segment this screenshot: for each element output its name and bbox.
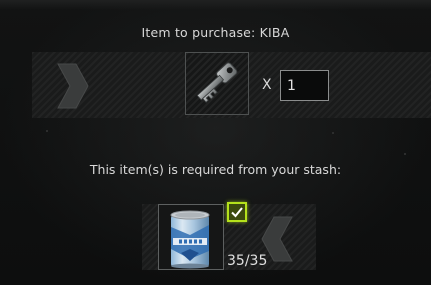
decor-dot	[404, 153, 406, 155]
chevron-right-icon[interactable]	[52, 60, 92, 112]
requirement-fulfilled-checkbox	[227, 202, 247, 222]
purchase-item-slot[interactable]	[185, 52, 249, 115]
quantity-input[interactable]	[280, 70, 329, 101]
required-item-count: 35/35	[227, 253, 268, 269]
top-edge	[0, 0, 431, 10]
requirements-label: This item(s) is required from your stash…	[89, 162, 342, 177]
key-icon	[196, 62, 238, 103]
purchase-title: Item to purchase: KIBA	[141, 25, 290, 40]
condensed-milk-can-icon	[170, 210, 210, 269]
decor-dot	[332, 132, 334, 134]
checkmark-icon	[231, 207, 243, 218]
multiplier-label: X	[262, 77, 272, 93]
required-item-slot[interactable]	[158, 204, 224, 270]
decor-dot	[46, 130, 48, 132]
